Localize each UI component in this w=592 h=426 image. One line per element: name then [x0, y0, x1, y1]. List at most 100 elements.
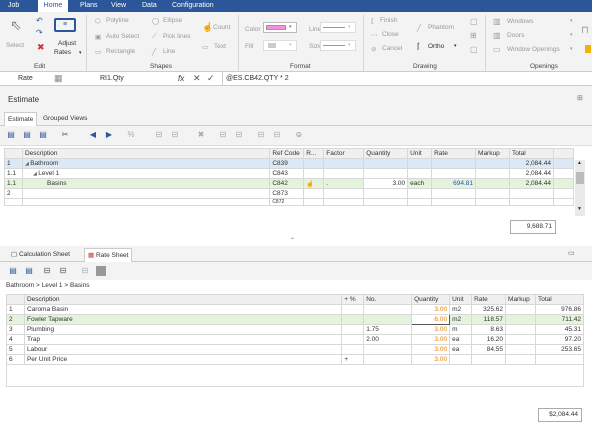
ortho-icon[interactable]: ⌈	[417, 42, 420, 51]
tools-icon[interactable]: ✂	[60, 130, 70, 140]
insert-row-icon[interactable]: ⊟	[42, 266, 52, 276]
row-description[interactable]: Basins	[21, 178, 271, 189]
row-ref[interactable]: C839	[269, 158, 305, 169]
pin-icon[interactable]: ⊞	[577, 94, 583, 102]
grid-icon[interactable]: ▤	[22, 130, 32, 140]
row-markup[interactable]	[475, 158, 510, 169]
row-rate[interactable]: 8.63	[471, 324, 507, 335]
count-button[interactable]: Count	[213, 24, 230, 31]
fx-icon[interactable]: fx	[178, 74, 184, 83]
col-total[interactable]: Total	[509, 148, 554, 159]
menu-data[interactable]: Data	[142, 0, 157, 12]
align-icon[interactable]: ⊟	[170, 130, 180, 140]
grid-icon[interactable]: ▤	[6, 130, 16, 140]
row-rate[interactable]	[431, 188, 477, 199]
table-row[interactable]: 3 Plumbing 1.75 3.00 m 8.63 45.31	[6, 324, 584, 335]
estimate-scrollbar[interactable]: ▲ ▼	[575, 160, 585, 216]
row-no[interactable]: 1.75	[363, 324, 413, 335]
table-row[interactable]: 2 C873	[4, 188, 575, 199]
rectangle-button[interactable]: Rectangle	[106, 48, 135, 55]
row-description[interactable]: ◢ Level 1	[21, 168, 271, 179]
adjust-rates-icon[interactable]: ≡	[54, 18, 76, 32]
row-qty[interactable]: 3.00	[411, 304, 451, 315]
row-unit[interactable]	[449, 354, 473, 365]
col-r[interactable]: R...	[303, 148, 325, 159]
col-markup[interactable]: Markup	[475, 148, 510, 159]
area-icon[interactable]: ▢	[470, 45, 478, 54]
row-unit[interactable]: m2	[449, 314, 473, 325]
row-description[interactable]: Trap	[23, 334, 343, 345]
previous-icon[interactable]: ◀	[88, 130, 98, 140]
col-rate[interactable]: Rate	[431, 148, 477, 159]
expand-icon[interactable]: ⊟	[256, 130, 266, 140]
chevron-down-icon[interactable]: ▾	[79, 50, 82, 56]
row-rate[interactable]: 118.57	[471, 314, 507, 325]
redo-icon[interactable]: ↷	[36, 28, 43, 37]
table-row-empty[interactable]	[6, 364, 584, 387]
ellipse-button[interactable]: Ellipse	[163, 17, 182, 24]
col-quantity[interactable]: Quantity	[411, 294, 451, 305]
line-style-picker[interactable]: ▾	[320, 22, 356, 33]
row-markup[interactable]	[505, 334, 537, 345]
row-ref[interactable]: C873	[269, 188, 305, 199]
row-ref[interactable]: C843	[269, 168, 305, 179]
tab-rate-sheet[interactable]: ▦ Rate Sheet	[84, 248, 133, 262]
row-rate[interactable]: 84.55	[471, 344, 507, 355]
users-icon[interactable]: ☺	[294, 130, 304, 140]
table-row[interactable]: 5 Labour 3.00 ea 84.55 253.65	[6, 344, 584, 355]
doors-button[interactable]: Doors	[507, 32, 524, 39]
row-factor[interactable]	[323, 188, 365, 199]
fill-picker[interactable]: ▾	[263, 40, 297, 51]
row-factor[interactable]	[323, 168, 365, 179]
pick-lines-icon[interactable]: ⟋	[152, 33, 157, 41]
formula-input[interactable]: @ES.CB42.QTY * 2	[222, 72, 592, 85]
rectangle-icon[interactable]: ▭	[95, 48, 101, 56]
ortho-button[interactable]: Ortho	[428, 43, 444, 50]
row-unit[interactable]: ea	[449, 334, 473, 345]
snap-icon[interactable]: ▢	[470, 17, 478, 26]
row-qty[interactable]: 3.00	[411, 324, 451, 335]
col-plus-percent[interactable]: + %	[341, 294, 365, 305]
row-markup[interactable]	[475, 168, 510, 179]
row-r[interactable]	[303, 188, 325, 199]
row-plus[interactable]	[341, 314, 365, 325]
row-description[interactable]	[21, 188, 271, 199]
scroll-up-icon[interactable]: ▲	[577, 160, 582, 166]
windows-icon[interactable]: ▥	[493, 17, 501, 26]
row-unit[interactable]: m2	[449, 304, 473, 315]
row-description[interactable]: Caroma Basin	[23, 304, 343, 315]
col-quantity[interactable]: Quantity	[363, 148, 409, 159]
count-icon[interactable]: ☝	[202, 22, 213, 33]
table-row[interactable]: 1.1 ◢ Level 1 C843 2,084.44	[4, 168, 575, 179]
line-button[interactable]: Line	[163, 48, 175, 55]
col-total[interactable]: Total	[535, 294, 584, 305]
chevron-down-icon[interactable]: ▾	[570, 46, 573, 52]
window-openings-icon[interactable]: ▭	[493, 45, 501, 54]
row-markup[interactable]	[505, 354, 537, 365]
row-unit[interactable]: ea	[449, 344, 473, 355]
overflow-icon[interactable]: ⊓	[581, 25, 589, 36]
row-qty[interactable]: 3.00	[411, 344, 451, 355]
col-ref-code[interactable]: Ref Code	[269, 148, 305, 159]
cancel-edit-icon[interactable]: ✕	[193, 73, 201, 84]
row-qty-active[interactable]: 3.00	[363, 178, 409, 189]
align-icon[interactable]: ⊟	[154, 130, 164, 140]
doors-icon[interactable]: ▥	[493, 31, 501, 40]
row-unit[interactable]: m	[449, 324, 473, 335]
row-description[interactable]: Per Unit Price	[23, 354, 343, 365]
row-description[interactable]	[21, 198, 271, 206]
calculator-icon[interactable]: ▦	[54, 73, 63, 84]
table-row[interactable]: 6 Per Unit Price + 3.00	[6, 354, 584, 365]
row-plus[interactable]	[341, 344, 365, 355]
row-r[interactable]	[303, 168, 325, 179]
col-no[interactable]: No.	[363, 294, 413, 305]
col-markup[interactable]: Markup	[505, 294, 537, 305]
row-plus[interactable]	[341, 334, 365, 345]
row-rate[interactable]: 694.81	[431, 178, 477, 189]
row-description[interactable]: Labour	[23, 344, 343, 355]
chevron-down-icon[interactable]: ▾	[570, 18, 573, 24]
finish-button[interactable]: Finish	[380, 17, 397, 24]
row-r[interactable]: ☝	[303, 178, 325, 189]
row-r[interactable]	[303, 158, 325, 169]
row-plus[interactable]	[341, 304, 365, 315]
